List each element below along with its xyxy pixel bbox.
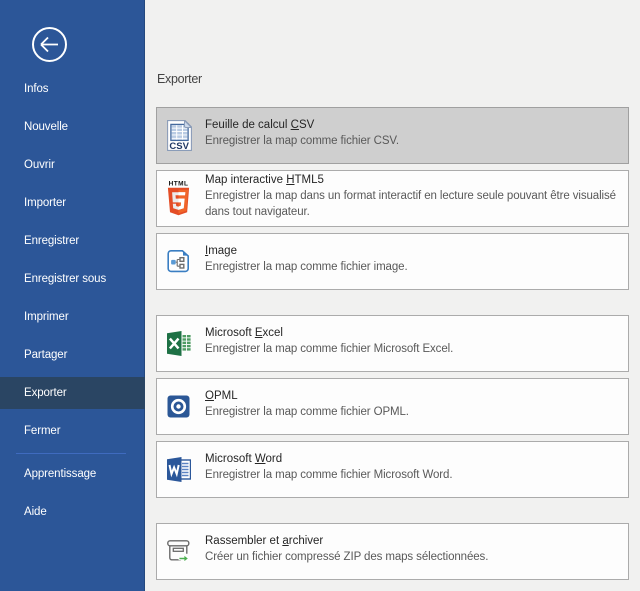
svg-text:CSV: CSV (169, 141, 189, 151)
svg-text:HTML: HTML (169, 181, 189, 188)
